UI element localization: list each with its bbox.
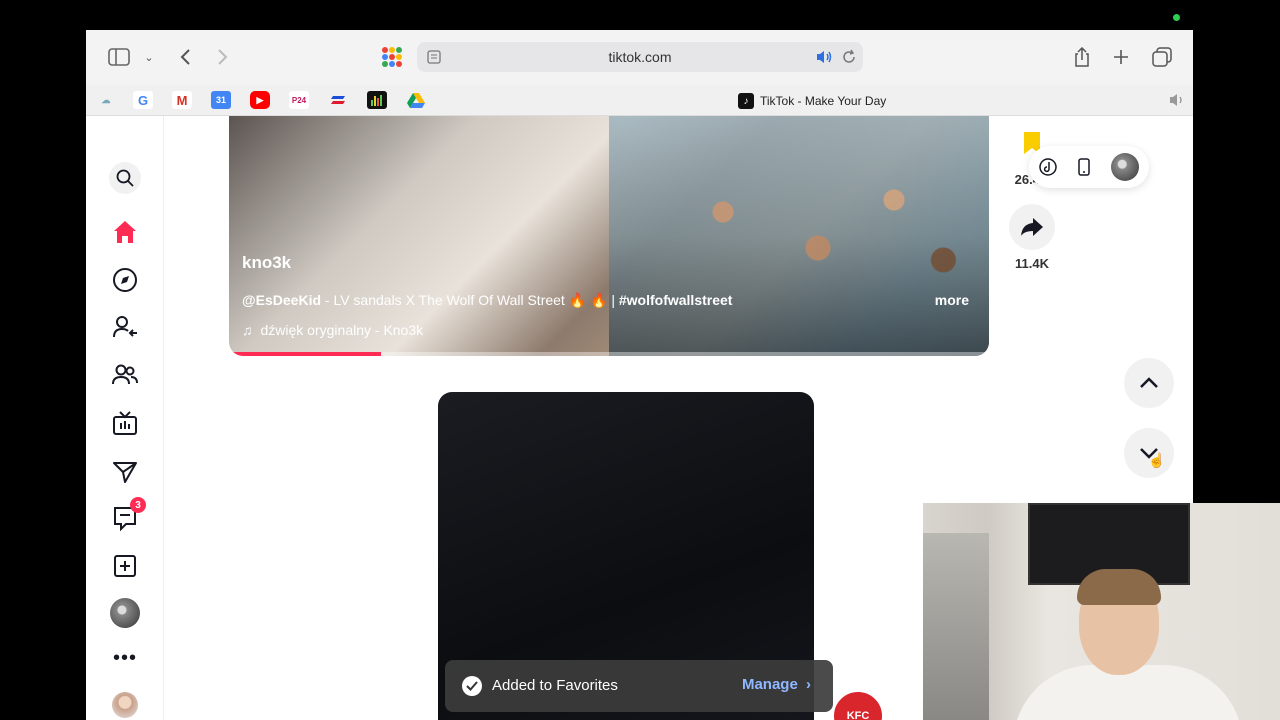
- search-icon[interactable]: [109, 162, 141, 194]
- manage-label: Manage: [741, 676, 798, 693]
- explore-icon[interactable]: [110, 265, 140, 295]
- video-caption: @EsDeeKid - LV sandals X The Wolf Of Wal…: [242, 292, 802, 309]
- tiktok-favicon-icon: ♪: [738, 93, 754, 109]
- device-icon[interactable]: [1078, 158, 1090, 176]
- toast-manage-link[interactable]: Manage ›: [742, 676, 811, 693]
- bookmark-drive-icon[interactable]: [406, 91, 426, 109]
- previous-video-button[interactable]: [1124, 358, 1174, 408]
- webcam-overlay: [923, 503, 1280, 720]
- share-action[interactable]: 11.4K: [1005, 204, 1059, 271]
- profile-avatar[interactable]: [110, 598, 140, 628]
- video-progress-track[interactable]: [229, 352, 989, 356]
- bookmark-chart-icon[interactable]: [367, 91, 387, 109]
- bookmark-stripes-icon[interactable]: [328, 91, 348, 109]
- share-icon[interactable]: [1069, 44, 1095, 70]
- bookmark-gmail-icon[interactable]: M: [172, 91, 192, 109]
- new-tab-icon[interactable]: [1108, 44, 1134, 70]
- home-icon[interactable]: [110, 217, 140, 247]
- favorites-toast: Added to Favorites Manage ›: [445, 660, 833, 712]
- bookmark-youtube-icon[interactable]: ▶: [250, 91, 270, 109]
- next-video-button[interactable]: ☝: [1124, 428, 1174, 478]
- bookmarks-bar: ☁ G M 31 ▶ P24 ♪ TikTok - Make Your Day: [86, 85, 1193, 116]
- video-player-1[interactable]: kno3k @EsDeeKid - LV sandals X The Wolf …: [229, 116, 989, 356]
- tab-title-text: TikTok - Make Your Day: [760, 94, 887, 108]
- address-bar[interactable]: tiktok.com: [417, 42, 863, 72]
- account-avatar[interactable]: [112, 692, 138, 718]
- music-note-icon: ♫: [242, 322, 253, 338]
- video-username[interactable]: kno3k: [242, 253, 291, 273]
- webcam-person-hair: [1077, 569, 1161, 605]
- apps-grid-icon[interactable]: [379, 44, 405, 70]
- cursor-hand-icon: ☝: [1148, 452, 1166, 468]
- video-progress-fill: [229, 352, 381, 356]
- sidebar-toggle-icon[interactable]: [106, 44, 132, 70]
- back-icon[interactable]: [172, 44, 198, 70]
- following-icon[interactable]: [110, 312, 140, 342]
- friends-icon[interactable]: [110, 360, 140, 390]
- tiktok-logo-icon[interactable]: [1039, 158, 1058, 176]
- sound-name: dźwięk oryginalny - Kno3k: [260, 322, 424, 338]
- messages-badge: 3: [130, 497, 146, 513]
- toast-message: Added to Favorites: [492, 677, 618, 694]
- bookmark-google-icon[interactable]: G: [133, 91, 153, 109]
- bookmark-calendar-icon[interactable]: 31: [211, 91, 231, 109]
- caption-hashtag[interactable]: #wolfofwallstreet: [619, 292, 733, 308]
- bookmark-cloud-icon[interactable]: ☁: [96, 91, 116, 109]
- upload-icon[interactable]: [110, 551, 140, 581]
- video-sound[interactable]: ♫ dźwięk oryginalny - Kno3k: [242, 322, 423, 338]
- url-text: tiktok.com: [608, 49, 672, 65]
- active-tab[interactable]: ♪ TikTok - Make Your Day: [738, 93, 886, 109]
- webcam-background-shelf: [923, 533, 989, 720]
- video-frame-image: [609, 116, 989, 356]
- chevron-down-icon[interactable]: ⌄: [136, 44, 162, 70]
- mini-avatar[interactable]: [1110, 153, 1139, 181]
- bookmark-p24-icon[interactable]: P24: [289, 91, 309, 109]
- audio-playing-icon[interactable]: [815, 49, 833, 65]
- tab-mute-icon[interactable]: [1169, 93, 1185, 107]
- inbox-icon[interactable]: [110, 457, 140, 487]
- tiktok-sidebar: 3 •••: [86, 116, 164, 720]
- caption-text: - LV sandals X The Wolf Of Wall Street 🔥…: [321, 292, 619, 308]
- more-icon[interactable]: •••: [110, 643, 140, 673]
- chevron-right-icon: ›: [806, 676, 811, 693]
- caption-mention[interactable]: @EsDeeKid: [242, 292, 321, 308]
- check-icon: [462, 676, 482, 696]
- recording-indicator: [1173, 14, 1180, 21]
- floating-mini-controls: [1029, 146, 1149, 188]
- reload-icon[interactable]: [841, 49, 857, 65]
- kfc-avatar[interactable]: KFC: [832, 690, 884, 720]
- tabs-overview-icon[interactable]: [1149, 44, 1175, 70]
- browser-toolbar: ⌄ tiktok.com: [86, 30, 1193, 85]
- share-arrow-icon: [1009, 204, 1055, 250]
- share-count: 11.4K: [1015, 256, 1049, 271]
- messages-icon[interactable]: 3: [110, 497, 146, 533]
- live-icon[interactable]: [110, 408, 140, 438]
- caption-more-link[interactable]: more: [935, 292, 969, 308]
- forward-icon[interactable]: [210, 44, 236, 70]
